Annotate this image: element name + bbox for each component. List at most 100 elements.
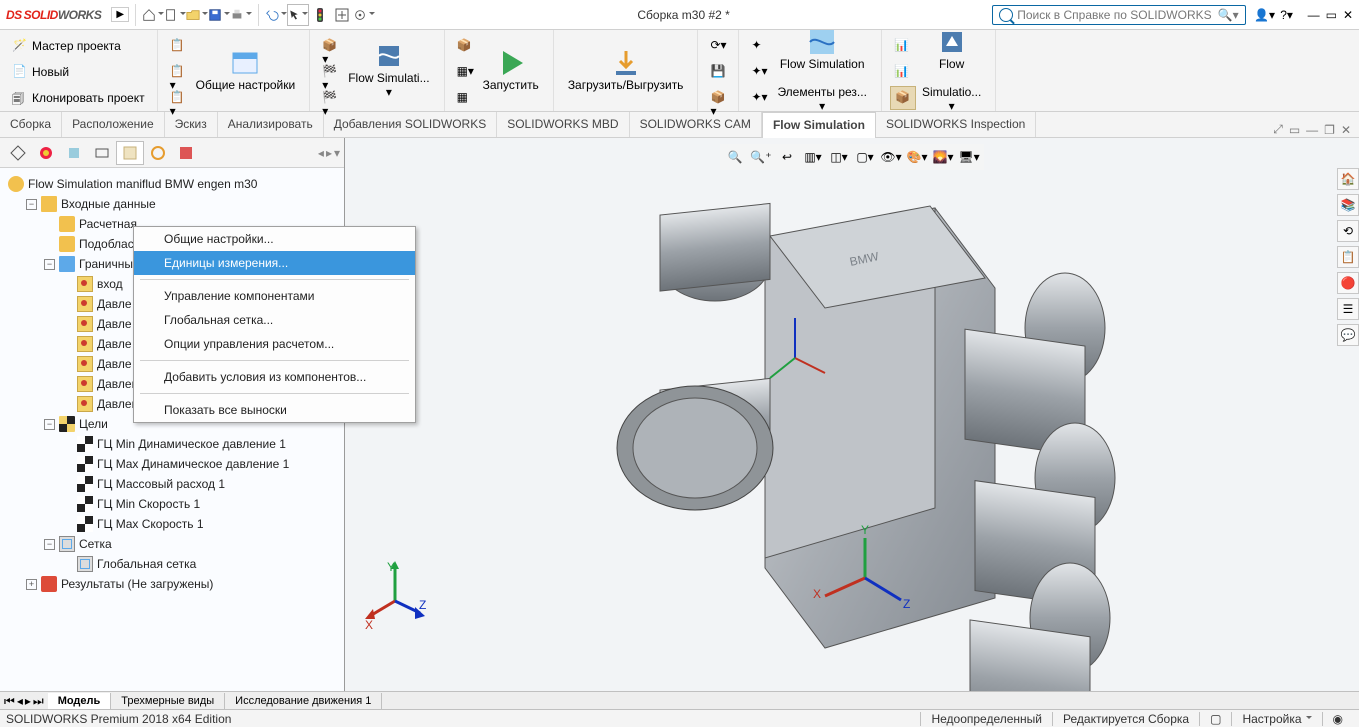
panel-tab-dim[interactable] [88, 141, 116, 165]
appearance-icon[interactable]: 🎨▾ [906, 146, 928, 168]
tab-evaluate[interactable]: Анализировать [218, 112, 324, 137]
tree-goal-item[interactable]: ГЦ Min Динамическое давление 1 [60, 434, 340, 454]
rs-e[interactable]: ✦▾ [747, 60, 771, 84]
help-icon[interactable]: ?▾ [1276, 4, 1298, 26]
ribbon-small-6[interactable]: 🏁▾ [318, 86, 342, 110]
context-menu-item[interactable]: Показать все выноски [134, 398, 415, 422]
panel-prev[interactable]: ◂ [318, 146, 324, 160]
wizard-button[interactable]: 🪄Мастер проекта [8, 34, 149, 58]
tab-cam[interactable]: SOLIDWORKS CAM [630, 112, 762, 137]
tree-goal-item[interactable]: ГЦ Max Скорость 1 [60, 514, 340, 534]
rs-d[interactable]: ✦ [747, 34, 771, 58]
btab-prev[interactable]: ◂ [17, 694, 23, 709]
menu-expander[interactable]: ▶ [111, 7, 129, 22]
load-unload-button[interactable]: Загрузить/Выгрузить [562, 34, 690, 106]
doc-close[interactable]: ✕ [1341, 123, 1351, 137]
doc-minimize[interactable]: — [1306, 123, 1318, 137]
panel-tab-display[interactable] [32, 141, 60, 165]
view-triad[interactable]: Y X Z [365, 561, 435, 631]
tab-inspection[interactable]: SOLIDWORKS Inspection [876, 112, 1036, 137]
window-close[interactable]: ✕ [1343, 8, 1353, 22]
flow-display-button[interactable]: FlowSimulatio...▾ [916, 34, 987, 106]
taskpane-lib-icon[interactable]: 📚 [1337, 194, 1359, 216]
window-maximize[interactable]: ▭ [1326, 8, 1337, 22]
clone-project-button[interactable]: 🗐Клонировать проект [8, 86, 149, 110]
view-orient-icon[interactable]: ◫▾ [828, 146, 850, 168]
ribbon-small-5[interactable]: 🏁▾ [318, 60, 342, 84]
tree-results[interactable]: +Результаты (Не загружены) [24, 574, 340, 594]
panel-next[interactable]: ▸ [326, 146, 332, 160]
panel-more[interactable]: ▾ [334, 146, 340, 160]
tab-sketch[interactable]: Эскиз [165, 112, 218, 137]
render-icon[interactable]: 🖥▾ [958, 146, 980, 168]
status-editing[interactable]: Редактируется Сборка [1052, 712, 1199, 726]
bottom-tab-3dviews[interactable]: Трехмерные виды [111, 693, 225, 709]
context-menu-item[interactable]: Управление компонентами [134, 284, 415, 308]
taskpane-forum-icon[interactable]: 💬 [1337, 324, 1359, 346]
tab-layout[interactable]: Расположение [62, 112, 165, 137]
rs-c[interactable]: 📦▾ [706, 86, 730, 110]
ribbon-small-9[interactable]: ▦ [453, 86, 477, 110]
help-search[interactable]: Поиск в Справке по SOLIDWORKS 🔍▾ [992, 5, 1245, 25]
ribbon-small-4[interactable]: 📦▾ [318, 34, 342, 58]
run-button[interactable]: Запустить [477, 34, 545, 106]
select-icon[interactable] [287, 4, 309, 26]
taskpane-prop-icon[interactable]: 📋 [1337, 246, 1359, 268]
tree-mesh-item[interactable]: Глобальная сетка [60, 554, 340, 574]
btab-next[interactable]: ▸ [25, 694, 31, 709]
new-project-button[interactable]: 📄Новый [8, 60, 149, 84]
rs-g[interactable]: 📊 [890, 34, 914, 58]
ribbon-small-8[interactable]: ▦▾ [453, 60, 477, 84]
rs-i[interactable]: 📦 [890, 86, 916, 110]
tree-root[interactable]: Flow Simulation maniflud BMW engen m30 [6, 174, 340, 194]
panel-tab-extra1[interactable] [144, 141, 172, 165]
rs-b[interactable]: 💾 [706, 60, 730, 84]
tree-goal-item[interactable]: ГЦ Массовый расход 1 [60, 474, 340, 494]
context-menu-item[interactable]: Единицы измерения... [134, 251, 415, 275]
context-menu-item[interactable]: Общие настройки... [134, 227, 415, 251]
panel-tab-extra2[interactable] [172, 141, 200, 165]
status-display-state[interactable]: ▢ [1199, 712, 1231, 726]
ribbon-small-7[interactable]: 📦 [453, 34, 477, 58]
btab-last[interactable]: ⏭ [33, 694, 44, 709]
panel-tab-flow-tree[interactable] [116, 141, 144, 165]
rs-a[interactable]: ⟳▾ [706, 34, 730, 58]
tree-goal-item[interactable]: ГЦ Max Динамическое давление 1 [60, 454, 340, 474]
doc-restore[interactable]: ❐ [1324, 123, 1335, 137]
user-icon[interactable]: 👤▾ [1254, 4, 1276, 26]
tree-goal-item[interactable]: ГЦ Min Скорость 1 [60, 494, 340, 514]
doc-tile-icon[interactable]: ▭ [1289, 123, 1300, 137]
display-style-icon[interactable]: ▢▾ [854, 146, 876, 168]
open-file-icon[interactable] [186, 4, 208, 26]
context-menu-item[interactable]: Опции управления расчетом... [134, 332, 415, 356]
taskpane-appear-icon[interactable]: 🔴 [1337, 272, 1359, 294]
flow-results-button[interactable]: Flow SimulationЭлементы рез...▾ [771, 34, 873, 106]
general-settings-button[interactable]: Общие настройки [190, 34, 302, 106]
ribbon-small-3[interactable]: 📋▾ [166, 86, 190, 110]
zoom-fit-icon[interactable]: 🔍 [724, 146, 746, 168]
save-icon[interactable] [208, 4, 230, 26]
home-icon[interactable] [142, 4, 164, 26]
ribbon-small-1[interactable]: 📋 [166, 34, 190, 58]
tab-assembly[interactable]: Сборка [0, 112, 62, 137]
prev-view-icon[interactable]: ↩ [776, 146, 798, 168]
tree-mesh-folder[interactable]: −Сетка [42, 534, 340, 554]
section-view-icon[interactable]: ▥▾ [802, 146, 824, 168]
print-icon[interactable] [230, 4, 252, 26]
bottom-tab-model[interactable]: Модель [48, 693, 112, 709]
flow-sim-features-button[interactable]: Flow Simulati...▾ [342, 34, 435, 106]
input-data-context-menu[interactable]: Общие настройки...Единицы измерения... Уп… [133, 226, 416, 423]
ribbon-small-2[interactable]: 📋▾ [166, 60, 190, 84]
panel-tab-config[interactable] [60, 141, 88, 165]
taskpane-home-icon[interactable]: 🏠 [1337, 168, 1359, 190]
new-file-icon[interactable] [164, 4, 186, 26]
status-custom[interactable]: Настройка [1231, 712, 1321, 726]
options-icon[interactable] [353, 4, 375, 26]
window-minimize[interactable]: — [1308, 8, 1320, 22]
rs-f[interactable]: ✦▾ [747, 86, 771, 110]
status-units[interactable]: ◉ [1322, 712, 1353, 726]
status-underdefined[interactable]: Недоопределенный [920, 712, 1052, 726]
zoom-area-icon[interactable]: 🔍⁺ [750, 146, 772, 168]
tab-mbd[interactable]: SOLIDWORKS MBD [497, 112, 629, 137]
undo-icon[interactable] [265, 4, 287, 26]
